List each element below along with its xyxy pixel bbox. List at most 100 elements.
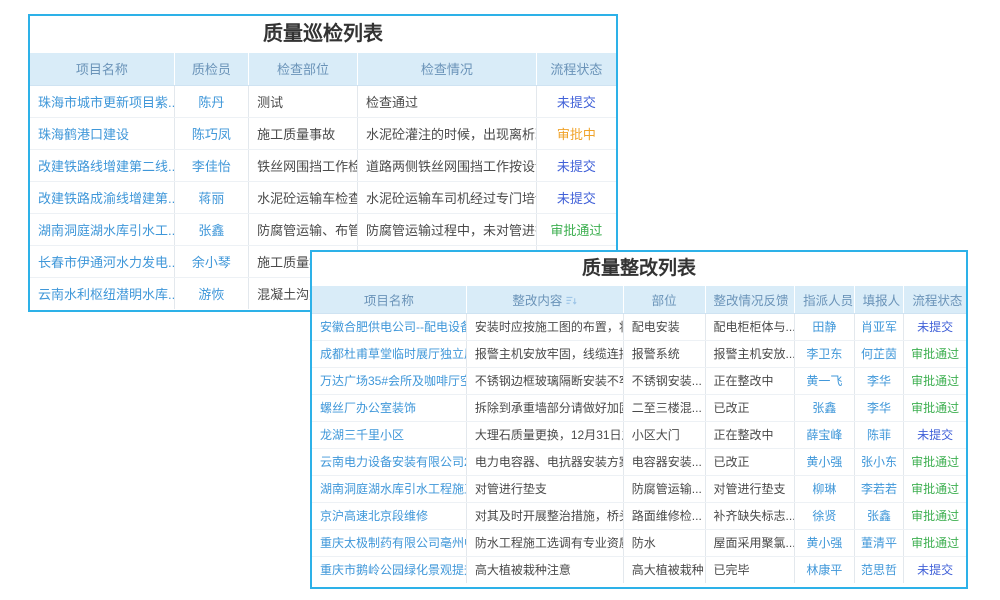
project-link[interactable]: 珠海鹤港口建设: [30, 117, 174, 149]
person-link[interactable]: 陈菲: [854, 421, 904, 448]
cell: 报警主机安放...: [705, 340, 795, 367]
column-header: 质检员: [174, 53, 248, 85]
table-row: 珠海市城市更新项目紫...陈丹测试检查通过未提交: [30, 85, 616, 117]
project-link[interactable]: 湖南洞庭湖水库引水工...: [30, 213, 174, 245]
column-header-label: 指派人员: [803, 294, 853, 308]
column-header-label: 流程状态: [912, 294, 962, 308]
column-header-label: 整改情况反馈: [714, 294, 789, 308]
cell: 路面维修检...: [623, 502, 705, 529]
column-header: 项目名称: [30, 53, 174, 85]
person-link[interactable]: 张鑫: [854, 502, 904, 529]
person-link[interactable]: 董清平: [854, 529, 904, 556]
cell: 不锈钢边框玻璃隔断安装不牢...: [466, 367, 623, 394]
person-link[interactable]: 黄一飞: [795, 367, 855, 394]
cell: 电力电容器、电抗器安装方案,...: [466, 448, 623, 475]
person-link[interactable]: 李佳怡: [174, 149, 248, 181]
project-link[interactable]: 重庆市鹅岭公园绿化景观提升...: [312, 556, 466, 583]
person-link[interactable]: 张鑫: [174, 213, 248, 245]
status-badge: 未提交: [536, 181, 616, 213]
person-link[interactable]: 黄小强: [795, 448, 855, 475]
cell: 屋面采用聚氯...: [705, 529, 795, 556]
project-link[interactable]: 成都杜甫草堂临时展厅独立展...: [312, 340, 466, 367]
cell: 正在整改中: [705, 367, 795, 394]
person-link[interactable]: 陈丹: [174, 85, 248, 117]
column-header: 指派人员: [795, 286, 855, 313]
cell: 配电安装: [623, 313, 705, 340]
header-row: 项目名称质检员检查部位检查情况流程状态: [30, 53, 616, 85]
person-link[interactable]: 田静: [795, 313, 855, 340]
person-link[interactable]: 薛宝峰: [795, 421, 855, 448]
column-header: 流程状态: [904, 286, 966, 313]
person-link[interactable]: 柳琳: [795, 475, 855, 502]
project-link[interactable]: 云南水利枢纽潜明水库...: [30, 277, 174, 309]
project-link[interactable]: 京沪高速北京段维修: [312, 502, 466, 529]
project-link[interactable]: 螺丝厂办公室装饰: [312, 394, 466, 421]
status-badge: 审批通过: [904, 448, 966, 475]
column-header: 整改情况反馈: [705, 286, 795, 313]
rectification-table: 项目名称整改内容 部位 整改情况反馈指派人员填报人流程状态安徽合肥供电公司--配电设…: [312, 286, 966, 583]
column-header-label: 填报人: [863, 294, 901, 308]
table-row: 云南电力设备安装有限公司20...电力电容器、电抗器安装方案,...电容器安装.…: [312, 448, 966, 475]
status-badge: 审批通过: [904, 340, 966, 367]
cell: 铁丝网围挡工作检查: [249, 149, 358, 181]
person-link[interactable]: 余小琴: [174, 245, 248, 277]
rectification-list-panel: 质量整改列表 项目名称整改内容 部位 整改情况反馈指派人员填报人流程状态安徽合肥供电…: [310, 250, 968, 589]
cell: 对其及时开展整治措施，桥头...: [466, 502, 623, 529]
person-link[interactable]: 李华: [854, 394, 904, 421]
table-row: 改建铁路线增建第二线...李佳怡铁丝网围挡工作检查道路两侧铁丝网围挡工作按设计.…: [30, 149, 616, 181]
table-row: 京沪高速北京段维修对其及时开展整治措施，桥头...路面维修检...补齐缺失标志.…: [312, 502, 966, 529]
person-link[interactable]: 徐贤: [795, 502, 855, 529]
project-link[interactable]: 湖南洞庭湖水库引水工程施工标: [312, 475, 466, 502]
person-link[interactable]: 肖亚军: [854, 313, 904, 340]
person-link[interactable]: 游恢: [174, 277, 248, 309]
cell: 已改正: [705, 448, 795, 475]
table-row: 改建铁路成渝线增建第...蒋丽水泥砼运输车检查水泥砼运输车司机经过专门培训...…: [30, 181, 616, 213]
rectification-list-title: 质量整改列表: [312, 252, 966, 286]
cell: 补齐缺失标志...: [705, 502, 795, 529]
project-link[interactable]: 安徽合肥供电公司--配电设备...: [312, 313, 466, 340]
project-link[interactable]: 云南电力设备安装有限公司20...: [312, 448, 466, 475]
project-link[interactable]: 珠海市城市更新项目紫...: [30, 85, 174, 117]
cell: 水泥砼运输车检查: [249, 181, 358, 213]
project-link[interactable]: 重庆太极制药有限公司亳州中...: [312, 529, 466, 556]
sort-icon[interactable]: [566, 295, 577, 309]
person-link[interactable]: 何芷茵: [854, 340, 904, 367]
column-header[interactable]: 整改内容: [466, 286, 623, 313]
cell: 二至三楼混...: [623, 394, 705, 421]
person-link[interactable]: 张小东: [854, 448, 904, 475]
cell: 已完毕: [705, 556, 795, 583]
cell: 小区大门: [623, 421, 705, 448]
status-badge: 未提交: [904, 313, 966, 340]
project-link[interactable]: 长春市伊通河水力发电...: [30, 245, 174, 277]
column-header: 项目名称: [312, 286, 466, 313]
column-header-label: 检查情况: [421, 62, 473, 77]
table-row: 湖南洞庭湖水库引水工程施工标对管进行垫支防腐管运输...对管进行垫支柳琳李若若审…: [312, 475, 966, 502]
cell: 防腐管运输...: [623, 475, 705, 502]
person-link[interactable]: 李卫东: [795, 340, 855, 367]
person-link[interactable]: 黄小强: [795, 529, 855, 556]
project-link[interactable]: 龙湖三千里小区: [312, 421, 466, 448]
project-link[interactable]: 改建铁路线增建第二线...: [30, 149, 174, 181]
status-badge: 审批通过: [904, 367, 966, 394]
person-link[interactable]: 李若若: [854, 475, 904, 502]
table-row: 龙湖三千里小区大理石质量更换，12月31日之...小区大门正在整改中薛宝峰陈菲未…: [312, 421, 966, 448]
status-badge: 审批通过: [904, 394, 966, 421]
table-row: 安徽合肥供电公司--配电设备...安装时应按施工图的布置，将...配电安装配电柜…: [312, 313, 966, 340]
person-link[interactable]: 范思哲: [854, 556, 904, 583]
person-link[interactable]: 蒋丽: [174, 181, 248, 213]
column-header: 流程状态: [536, 53, 616, 85]
project-link[interactable]: 改建铁路成渝线增建第...: [30, 181, 174, 213]
cell: 已改正: [705, 394, 795, 421]
cell: 防水工程施工选调有专业资质...: [466, 529, 623, 556]
project-link[interactable]: 万达广场35#会所及咖啡厅空...: [312, 367, 466, 394]
column-header-label: 部位: [652, 294, 677, 308]
person-link[interactable]: 林康平: [795, 556, 855, 583]
cell: 对管进行垫支: [705, 475, 795, 502]
person-link[interactable]: 陈巧凤: [174, 117, 248, 149]
person-link[interactable]: 张鑫: [795, 394, 855, 421]
person-link[interactable]: 李华: [854, 367, 904, 394]
cell: 高大植被栽种: [623, 556, 705, 583]
inspection-list-title: 质量巡检列表: [30, 16, 616, 53]
cell: 防腐管运输过程中，未对管进行...: [358, 213, 537, 245]
status-badge: 审批中: [536, 117, 616, 149]
